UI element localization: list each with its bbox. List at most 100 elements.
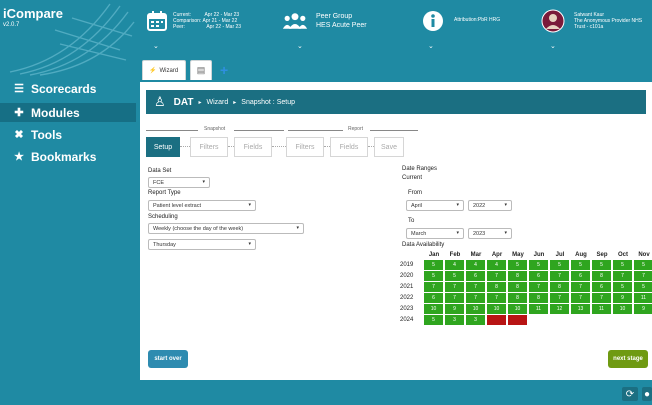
availability-cell: [487, 315, 506, 325]
tab-report[interactable]: ▤: [190, 60, 212, 80]
breadcrumb-wizard[interactable]: Wizard: [206, 99, 228, 106]
availability-cell: 11: [592, 304, 611, 314]
to-month-select[interactable]: March ▾: [406, 228, 464, 239]
data-set-select[interactable]: FCE ▾: [148, 177, 210, 188]
availability-cell: 8: [508, 293, 527, 303]
month-header: Apr: [491, 252, 503, 258]
peer-group[interactable]: Peer Group HES Acute Peer: [282, 8, 367, 34]
report-type-label: Report Type: [148, 190, 181, 196]
from-year-value: 2022: [473, 202, 486, 209]
tab-bar: ⚡ Wizard ▤ +: [140, 56, 652, 82]
chevron-down-icon[interactable]: ⌄: [428, 42, 434, 50]
tab-wizard[interactable]: ⚡ Wizard: [142, 60, 186, 80]
scheduling-select[interactable]: Weekly (choose the day of the week) ▾: [148, 223, 304, 234]
availability-cell: 8: [508, 282, 527, 292]
availability-cell: 7: [613, 271, 632, 281]
availability-cell: 6: [571, 271, 590, 281]
step-report-filters[interactable]: Filters: [286, 137, 324, 157]
attribution[interactable]: Attribution:PbR HRG: [420, 8, 500, 34]
date-ranges-title: Date Ranges: [402, 166, 438, 172]
info-icon: [420, 8, 446, 34]
data-set-value: FCE: [153, 179, 164, 186]
availability-cell: 5: [613, 260, 632, 270]
nav-item-bookmarks[interactable]: ★ Bookmarks: [0, 147, 136, 166]
chevron-down-icon[interactable]: ⌄: [297, 42, 303, 50]
from-month-select[interactable]: April ▾: [406, 200, 464, 211]
top-bar: Current: Apr 22 - Mar 23 Comparison: Apr…: [136, 0, 652, 56]
chevron-down-icon: ▾: [248, 202, 251, 208]
next-stage-button[interactable]: next stage: [608, 350, 648, 368]
availability-cell: [508, 315, 527, 325]
nav-label: Modules: [31, 105, 80, 120]
tab-wizard-label: Wizard: [159, 67, 179, 74]
availability-label: Data Availability: [402, 242, 445, 248]
year-label: 2024: [400, 317, 414, 323]
availability-cell: 7: [445, 282, 464, 292]
user-profile[interactable]: Satwant Kaur The Anonymous Provider NHS …: [540, 8, 642, 34]
nav-item-modules[interactable]: ✚ Modules: [0, 103, 136, 122]
breadcrumb-root[interactable]: DAT: [174, 97, 194, 108]
chevron-down-icon: ▾: [456, 230, 459, 236]
availability-cell: 7: [424, 282, 443, 292]
day-select[interactable]: Thursday ▾: [148, 239, 256, 250]
month-header: Nov: [638, 252, 650, 258]
chat-icon[interactable]: ●: [642, 387, 652, 401]
step-filters[interactable]: Filters: [190, 137, 228, 157]
availability-cell: 8: [487, 282, 506, 292]
step-save[interactable]: Save: [374, 137, 404, 157]
availability-cell: 7: [592, 293, 611, 303]
step-report-fields[interactable]: Fields: [330, 137, 368, 157]
nav-item-scorecards[interactable]: ☰ Scorecards: [0, 79, 136, 98]
refresh-icon[interactable]: ⟳: [622, 387, 638, 401]
availability-cell: 8: [508, 271, 527, 281]
wand-icon: ⚡: [149, 68, 157, 74]
date-summary[interactable]: Current: Apr 22 - Mar 23 Comparison: Apr…: [144, 8, 241, 34]
to-year-value: 2023: [473, 230, 486, 237]
day-value: Thursday: [153, 241, 176, 248]
month-header: Jan: [428, 252, 440, 258]
availability-cell: 5: [445, 271, 464, 281]
year-label: 2019: [400, 262, 414, 268]
nav-item-tools[interactable]: ✖ Tools: [0, 125, 136, 144]
add-tab-icon[interactable]: +: [220, 62, 228, 78]
start-over-button[interactable]: start over: [148, 350, 188, 368]
step-fields[interactable]: Fields: [234, 137, 272, 157]
month-header: Feb: [449, 252, 461, 258]
puzzle-icon: ✚: [14, 107, 24, 119]
from-year-select[interactable]: 2022 ▾: [468, 200, 512, 211]
availability-cell: 5: [592, 260, 611, 270]
report-type-select[interactable]: Patient level extract ▾: [148, 200, 256, 211]
peer-range: Apr 22 - Mar 23: [206, 24, 242, 30]
user-trust: Trust - c101a: [574, 24, 604, 30]
chevron-down-icon: ▾: [504, 202, 507, 208]
availability-cell: 11: [634, 293, 652, 303]
availability-cell: 6: [592, 282, 611, 292]
chevron-down-icon[interactable]: ⌄: [550, 42, 556, 50]
availability-cell: 5: [508, 260, 527, 270]
snapshot-group-label: Snapshot: [146, 126, 284, 136]
year-label: 2020: [400, 273, 414, 279]
availability-cell: 4: [466, 260, 485, 270]
availability-cell: 7: [571, 282, 590, 292]
month-header: Oct: [617, 252, 628, 258]
availability-cell: 9: [445, 304, 464, 314]
report-icon: ▤: [196, 65, 206, 75]
availability-cell: 5: [424, 260, 443, 270]
availability-cell: 7: [466, 282, 485, 292]
step-setup[interactable]: Setup: [146, 137, 180, 157]
to-year-select[interactable]: 2023 ▾: [468, 228, 512, 239]
chevron-down-icon[interactable]: ⌄: [153, 42, 159, 50]
availability-cell: 13: [571, 304, 590, 314]
from-month-value: April: [411, 202, 423, 209]
availability-cell: 10: [466, 304, 485, 314]
month-header: May: [512, 252, 524, 258]
avatar: [540, 8, 566, 34]
month-header: Jul: [555, 252, 565, 258]
nav-label: Tools: [31, 127, 63, 142]
availability-cell: 10: [613, 304, 632, 314]
app-name: iCompare: [3, 6, 63, 21]
availability-cell: 7: [634, 271, 652, 281]
peer-group-value: HES Acute Peer: [316, 22, 367, 29]
availability-cell: 7: [571, 293, 590, 303]
year-label: 2021: [400, 284, 414, 290]
